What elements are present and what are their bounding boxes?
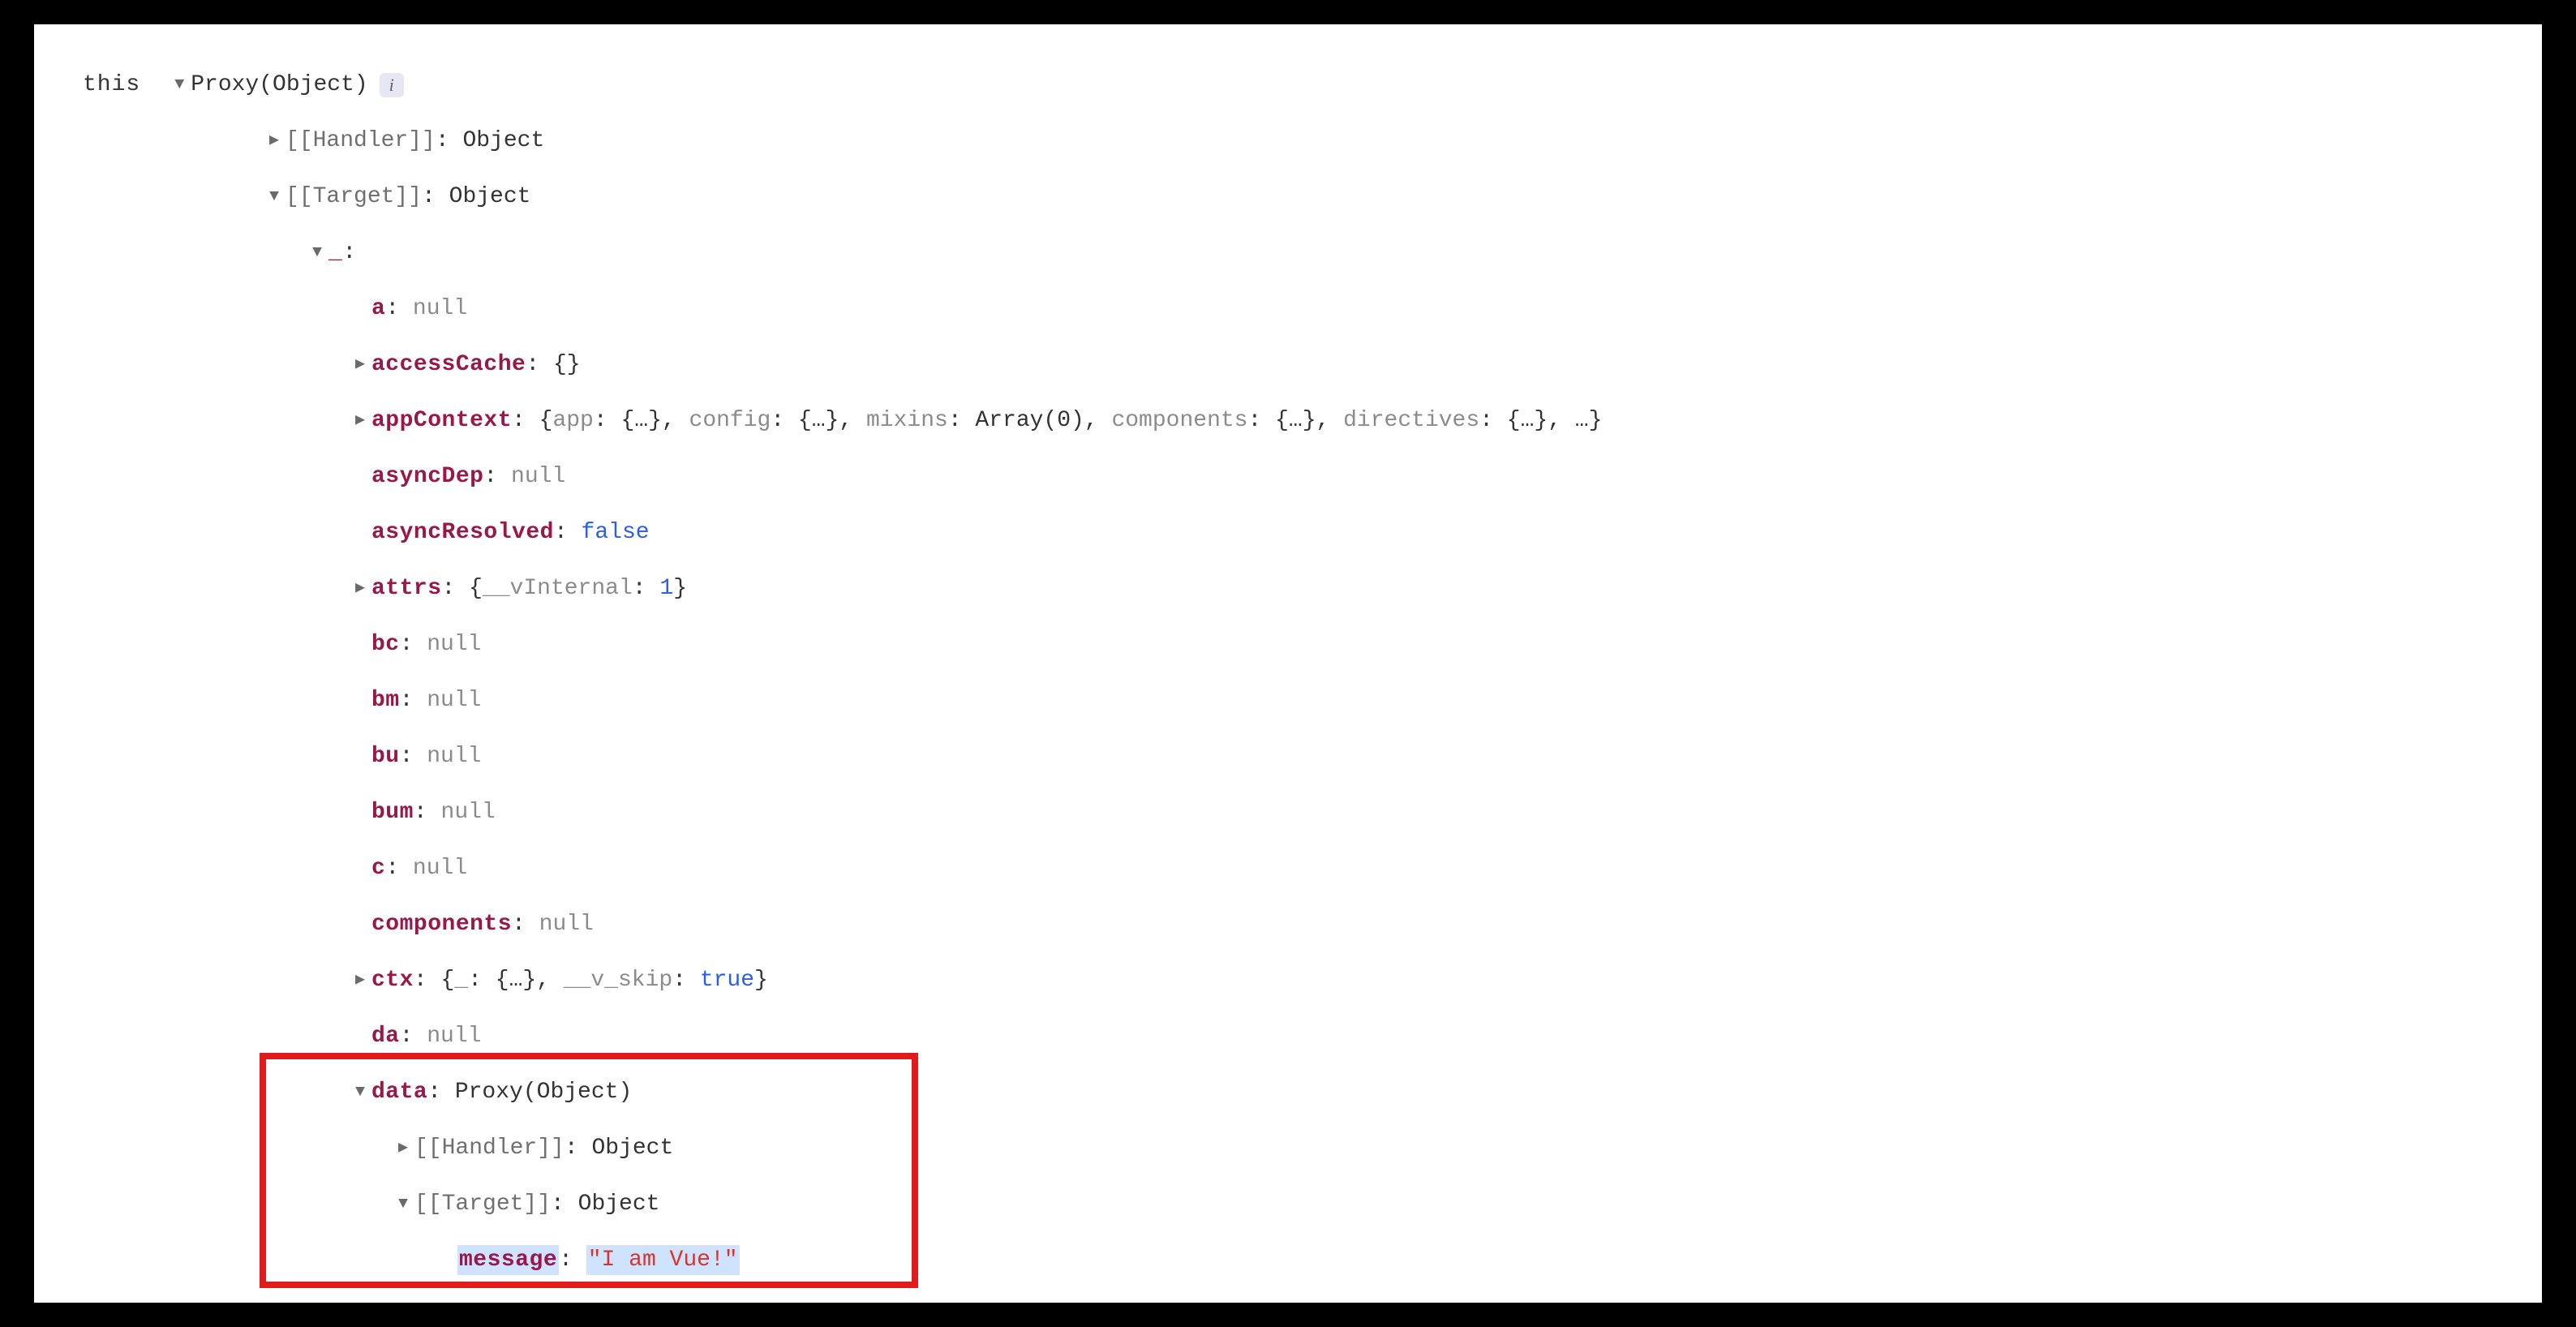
ctx-suffix: } <box>754 965 768 996</box>
handler-key: [[Handler]] <box>286 126 436 157</box>
attrs-ik: __vInternal <box>483 573 633 604</box>
caret-right-icon[interactable] <box>349 969 371 991</box>
val-data: Proxy(Object) <box>455 1077 632 1108</box>
data-handler-row[interactable]: [[Handler]] : Object <box>83 1120 2493 1176</box>
prop-components[interactable]: components: null <box>83 896 2493 952</box>
info-icon[interactable]: i <box>380 73 404 97</box>
val-components: null <box>539 909 594 940</box>
prop-data[interactable]: data : Proxy(Object) <box>83 1064 2493 1120</box>
key-a: a <box>371 294 385 324</box>
handler-value: Object <box>462 126 544 157</box>
prop-appContext[interactable]: appContext : { app: {…}, config: {…}, mi… <box>83 393 2493 449</box>
key-bc: bc <box>371 629 400 660</box>
prop-ctx[interactable]: ctx : { _: {…}, __v_skip: true } <box>83 952 2493 1008</box>
prop-asyncDep[interactable]: asyncDep : null <box>83 449 2493 505</box>
data-handler-val: Object <box>591 1133 673 1164</box>
key-bum: bum <box>371 797 414 828</box>
data-target-key: [[Target]] <box>414 1189 551 1220</box>
data-target-val: Object <box>578 1189 660 1220</box>
appctx-directives-v: {…} <box>1507 406 1548 436</box>
appctx-config-v: {…} <box>798 406 839 436</box>
proxy-label: Proxy(Object) <box>191 70 367 101</box>
val-da: null <box>427 1021 481 1052</box>
val-bu: null <box>427 741 481 772</box>
appctx-components-v: {…} <box>1275 406 1316 436</box>
target-value: Object <box>449 182 531 213</box>
caret-down-icon[interactable] <box>306 242 328 264</box>
prop-accessCache[interactable]: accessCache : {} <box>83 337 2493 393</box>
key-asyncResolved: asyncResolved <box>371 517 554 548</box>
key-data: data <box>371 1077 427 1108</box>
attrs-iv: 1 <box>659 573 673 604</box>
key-ctx: ctx <box>371 965 414 996</box>
key-components: components <box>371 909 512 940</box>
prop-message[interactable]: message : "I am Vue!" <box>83 1232 2493 1288</box>
attrs-suffix: } <box>673 573 687 604</box>
this-label: this <box>83 70 140 101</box>
val-asyncResolved: false <box>582 517 650 548</box>
caret-right-icon[interactable] <box>349 410 371 432</box>
prop-asyncResolved[interactable]: asyncResolved : false <box>83 505 2493 560</box>
appctx-mixins-k: mixins <box>866 406 948 436</box>
target-row[interactable]: [[Target]] : Object <box>83 169 2493 225</box>
key-bm: bm <box>371 685 400 716</box>
val-bc: null <box>427 629 481 660</box>
appctx-app-v: {…} <box>620 406 661 436</box>
ctx-u-k: _ <box>454 965 468 996</box>
root-row[interactable]: this Proxy(Object) i <box>83 57 2493 113</box>
appctx-mixins-v: Array(0) <box>975 406 1084 436</box>
caret-down-icon[interactable] <box>263 186 286 208</box>
data-target-row[interactable]: [[Target]] : Object <box>83 1176 2493 1232</box>
appctx-app-k: app <box>552 406 593 436</box>
val-asyncDep: null <box>511 462 565 492</box>
underscore-colon: : <box>342 238 356 268</box>
caret-right-icon[interactable] <box>392 1137 414 1159</box>
appctx-suffix: , …} <box>1548 406 1602 436</box>
val-message: "I am Vue!" <box>586 1245 740 1276</box>
underscore-row[interactable]: _ : <box>83 225 2493 281</box>
prop-bum[interactable]: bum: null <box>83 784 2493 840</box>
underscore-key: _ <box>328 238 342 268</box>
caret-right-icon[interactable] <box>263 130 286 152</box>
handler-row[interactable]: [[Handler]] : Object <box>83 113 2493 169</box>
caret-right-icon[interactable] <box>349 578 371 599</box>
target-key: [[Target]] <box>286 182 422 213</box>
ctx-u-v: {…} <box>496 965 536 996</box>
key-appContext: appContext <box>371 406 512 436</box>
val-a: null <box>413 294 467 324</box>
key-asyncDep: asyncDep <box>371 462 483 492</box>
key-da: da <box>371 1021 400 1052</box>
val-bm: null <box>427 685 481 716</box>
prop-a[interactable]: a : null <box>83 281 2493 337</box>
prop-bu[interactable]: bu: null <box>83 728 2493 784</box>
val-accessCache: {} <box>553 350 581 380</box>
key-message: message <box>457 1245 559 1276</box>
appctx-components-k: components <box>1111 406 1247 436</box>
caret-down-icon[interactable] <box>392 1193 414 1215</box>
ctx-skip-v: true <box>700 965 754 996</box>
prop-attrs[interactable]: attrs : { __vInternal: 1 } <box>83 560 2493 616</box>
key-attrs: attrs <box>371 573 442 604</box>
val-bum: null <box>441 797 496 828</box>
val-c: null <box>413 853 467 884</box>
prop-bm[interactable]: bm: null <box>83 672 2493 728</box>
ctx-skip-k: __v_skip <box>564 965 672 996</box>
appctx-directives-k: directives <box>1343 406 1479 436</box>
prop-da[interactable]: da: null <box>83 1008 2493 1064</box>
appctx-config-k: config <box>689 406 771 436</box>
caret-down-icon[interactable] <box>168 74 191 96</box>
attrs-prefix: { <box>469 573 483 604</box>
prop-c[interactable]: c: null <box>83 840 2493 896</box>
key-c: c <box>371 853 385 884</box>
caret-right-icon[interactable] <box>349 354 371 376</box>
console-object-inspector: this Proxy(Object) i [[Handler]] : Objec… <box>34 24 2542 1303</box>
brace-open: { <box>539 406 553 436</box>
ctx-prefix: { <box>441 965 455 996</box>
prop-bc[interactable]: bc: null <box>83 616 2493 672</box>
data-handler-key: [[Handler]] <box>414 1133 565 1164</box>
key-bu: bu <box>371 741 400 772</box>
key-accessCache: accessCache <box>371 350 526 380</box>
caret-down-icon[interactable] <box>349 1081 371 1103</box>
